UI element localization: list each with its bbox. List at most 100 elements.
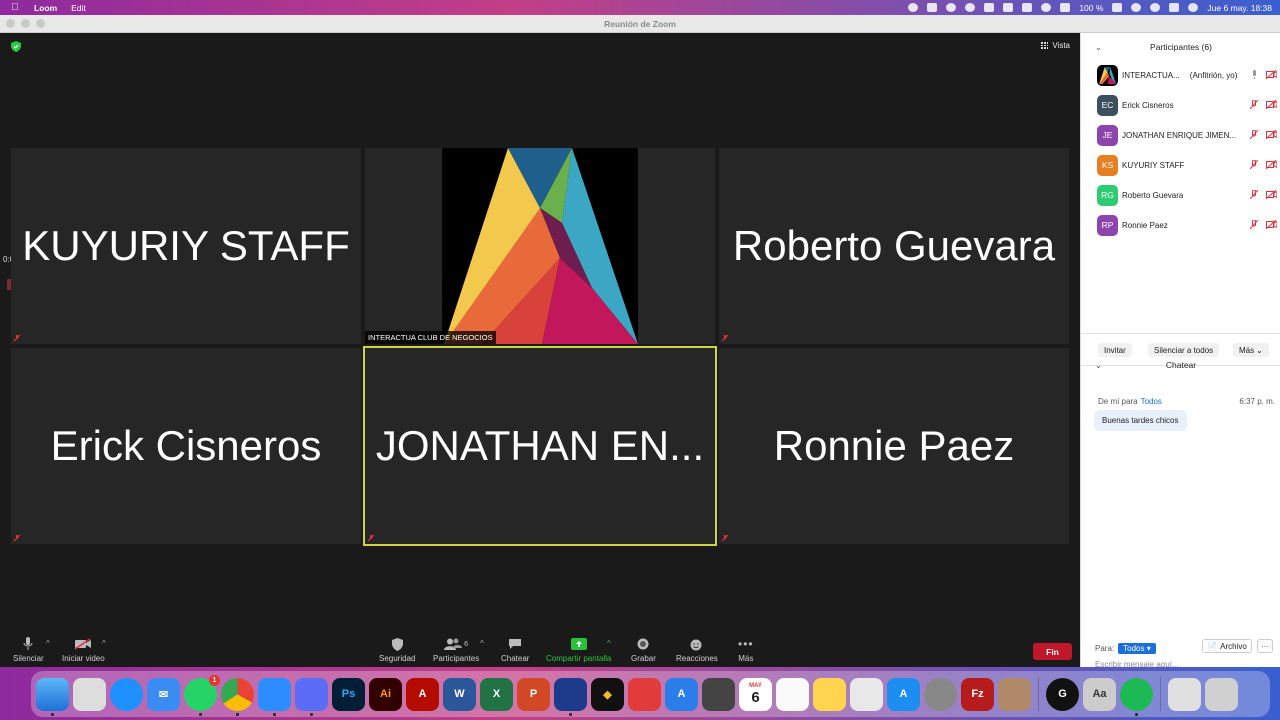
zoom-icon[interactable] <box>258 677 291 716</box>
participants-button[interactable]: 6 Participantes <box>433 637 479 663</box>
invite-button[interactable]: Invitar <box>1098 343 1132 357</box>
mute-button[interactable]: Silenciar <box>13 637 44 663</box>
file-button[interactable]: 📄 Archivo <box>1202 639 1252 653</box>
launchpad-icon[interactable] <box>73 677 106 711</box>
video-tile[interactable]: Ronnie Paez <box>719 348 1069 544</box>
system-preferences-icon[interactable] <box>924 677 957 711</box>
video-tile-active-speaker[interactable]: JONATHAN EN... <box>363 346 717 546</box>
zoom-window-button[interactable] <box>36 19 45 28</box>
muted-mic-icon[interactable] <box>1249 189 1259 201</box>
spotify-icon[interactable] <box>1120 677 1153 716</box>
video-tile-host[interactable]: INTERACTUA CLUB DE NEGOCIOS <box>365 148 715 344</box>
wifi-icon[interactable] <box>1131 3 1142 12</box>
collapse-chevron-icon[interactable]: ⌄ <box>1095 361 1102 370</box>
minimize-window-button[interactable] <box>21 19 30 28</box>
binance-icon[interactable]: ◆ <box>591 677 624 711</box>
font-book-icon[interactable]: Aa <box>1083 677 1116 711</box>
audio-options-chevron-icon[interactable]: ^ <box>46 639 50 648</box>
video-off-icon[interactable] <box>1265 69 1278 81</box>
app-store-icon[interactable]: A <box>887 677 920 711</box>
muted-mic-icon[interactable] <box>1249 219 1259 231</box>
logitech-g-icon[interactable]: G <box>1046 677 1079 711</box>
video-tile[interactable]: Roberto Guevara <box>719 148 1069 344</box>
video-options-chevron-icon[interactable]: ^ <box>102 639 106 648</box>
chat-button[interactable]: Chatear <box>501 637 529 663</box>
participants-options-chevron-icon[interactable]: ^ <box>480 639 484 648</box>
calendar-icon[interactable]: MAY 6 <box>739 677 772 711</box>
loom-icon[interactable] <box>295 677 328 716</box>
chrome-icon[interactable] <box>221 677 254 716</box>
participant-row[interactable]: EC Erick Cisneros <box>1097 94 1278 116</box>
video-tile[interactable]: KUYURIY STAFF <box>11 148 361 344</box>
view-button[interactable]: Vista <box>1041 41 1070 50</box>
screen-mirror-icon[interactable] <box>946 3 957 12</box>
filezilla-icon[interactable]: Fz <box>961 677 994 711</box>
logitech-icon[interactable] <box>965 3 976 12</box>
end-meeting-button[interactable]: Fin <box>1033 643 1072 660</box>
participants-more-button[interactable]: Más ⌄ <box>1233 343 1269 357</box>
video-off-icon[interactable] <box>1265 219 1278 231</box>
muted-mic-icon[interactable] <box>1249 159 1259 171</box>
video-off-icon[interactable] <box>1265 159 1278 171</box>
muted-mic-icon[interactable] <box>1249 129 1259 141</box>
video-tile[interactable]: Erick Cisneros <box>11 348 361 544</box>
participant-row[interactable]: JE JONATHAN ENRIQUE JIMEN... <box>1097 124 1278 146</box>
acrobat-icon[interactable]: A <box>406 677 439 711</box>
close-window-button[interactable] <box>6 19 15 28</box>
mail-icon[interactable]: ✉ <box>147 677 180 711</box>
chat-more-button[interactable]: ··· <box>1257 639 1273 653</box>
participant-row[interactable]: KS KUYURIY STAFF <box>1097 154 1278 176</box>
word-icon[interactable]: W <box>443 677 476 711</box>
mute-all-button[interactable]: Silenciar a todos <box>1148 343 1220 357</box>
bluetooth-icon[interactable] <box>1060 3 1071 12</box>
video-off-icon[interactable] <box>1265 189 1278 201</box>
trash-icon[interactable] <box>1205 677 1238 711</box>
menu-app-name[interactable]: Loom <box>34 3 57 13</box>
menu-edit[interactable]: Edit <box>71 3 86 13</box>
encryption-shield-icon[interactable] <box>11 41 21 52</box>
record-button[interactable]: Grabar <box>631 637 656 663</box>
powerpoint-icon[interactable]: P <box>517 677 550 711</box>
battery-icon[interactable] <box>1112 3 1123 12</box>
finder-icon[interactable] <box>36 677 69 716</box>
app-x-icon[interactable] <box>554 677 587 716</box>
video-off-icon[interactable] <box>1265 129 1278 141</box>
security-button[interactable]: Seguridad <box>379 637 415 663</box>
recipient-dropdown[interactable]: Todos ▾ <box>1118 643 1156 654</box>
share-screen-button[interactable]: Compartir pantalla <box>546 637 611 663</box>
participant-row[interactable]: INTERACTUA... (Anfitrión, yo) <box>1097 64 1278 86</box>
time-machine-icon[interactable] <box>1041 3 1052 12</box>
control-center-icon[interactable] <box>1169 3 1180 12</box>
illustrator-icon[interactable]: Ai <box>369 677 402 711</box>
spotlight-icon[interactable] <box>1150 3 1161 12</box>
notes-icon[interactable] <box>813 677 846 711</box>
reminders-icon[interactable] <box>776 677 809 711</box>
excel-icon[interactable]: X <box>480 677 513 711</box>
menu-clock[interactable]: Jue 6 may. 18:38 <box>1207 3 1272 13</box>
documents-folder-icon[interactable] <box>1168 677 1201 711</box>
apple-icon[interactable]:  <box>8 2 22 13</box>
flag-icon[interactable] <box>1022 3 1033 12</box>
keynote-icon[interactable] <box>850 677 883 711</box>
microphone-icon[interactable] <box>1251 70 1258 81</box>
siri-icon[interactable] <box>1188 3 1199 12</box>
participant-row[interactable]: RP Ronnie Paez <box>1097 214 1278 236</box>
cloud-icon[interactable] <box>984 3 995 12</box>
contacts-icon[interactable] <box>998 677 1031 711</box>
safari-icon[interactable] <box>110 677 143 711</box>
more-button[interactable]: ••• Más <box>738 637 754 663</box>
brightness-icon[interactable] <box>908 3 919 12</box>
participant-row[interactable]: RG Roberto Guevara <box>1097 184 1278 206</box>
chat-input[interactable]: Escribir mensaje aquí... <box>1095 660 1179 669</box>
start-video-button[interactable]: Iniciar video <box>62 637 105 663</box>
collapse-chevron-icon[interactable]: ⌄ <box>1095 43 1102 52</box>
chat-recipient[interactable]: Todos <box>1141 397 1162 406</box>
share-options-chevron-icon[interactable]: ^ <box>607 639 611 648</box>
app-red-icon[interactable] <box>628 677 661 711</box>
video-off-icon[interactable] <box>1265 99 1278 111</box>
drive-icon[interactable] <box>1003 3 1014 12</box>
zoom-status-icon[interactable] <box>927 3 938 12</box>
muted-mic-icon[interactable] <box>1249 99 1259 111</box>
photoshop-icon[interactable]: Ps <box>332 677 365 711</box>
whatsapp-icon[interactable]: 1 <box>184 674 220 716</box>
